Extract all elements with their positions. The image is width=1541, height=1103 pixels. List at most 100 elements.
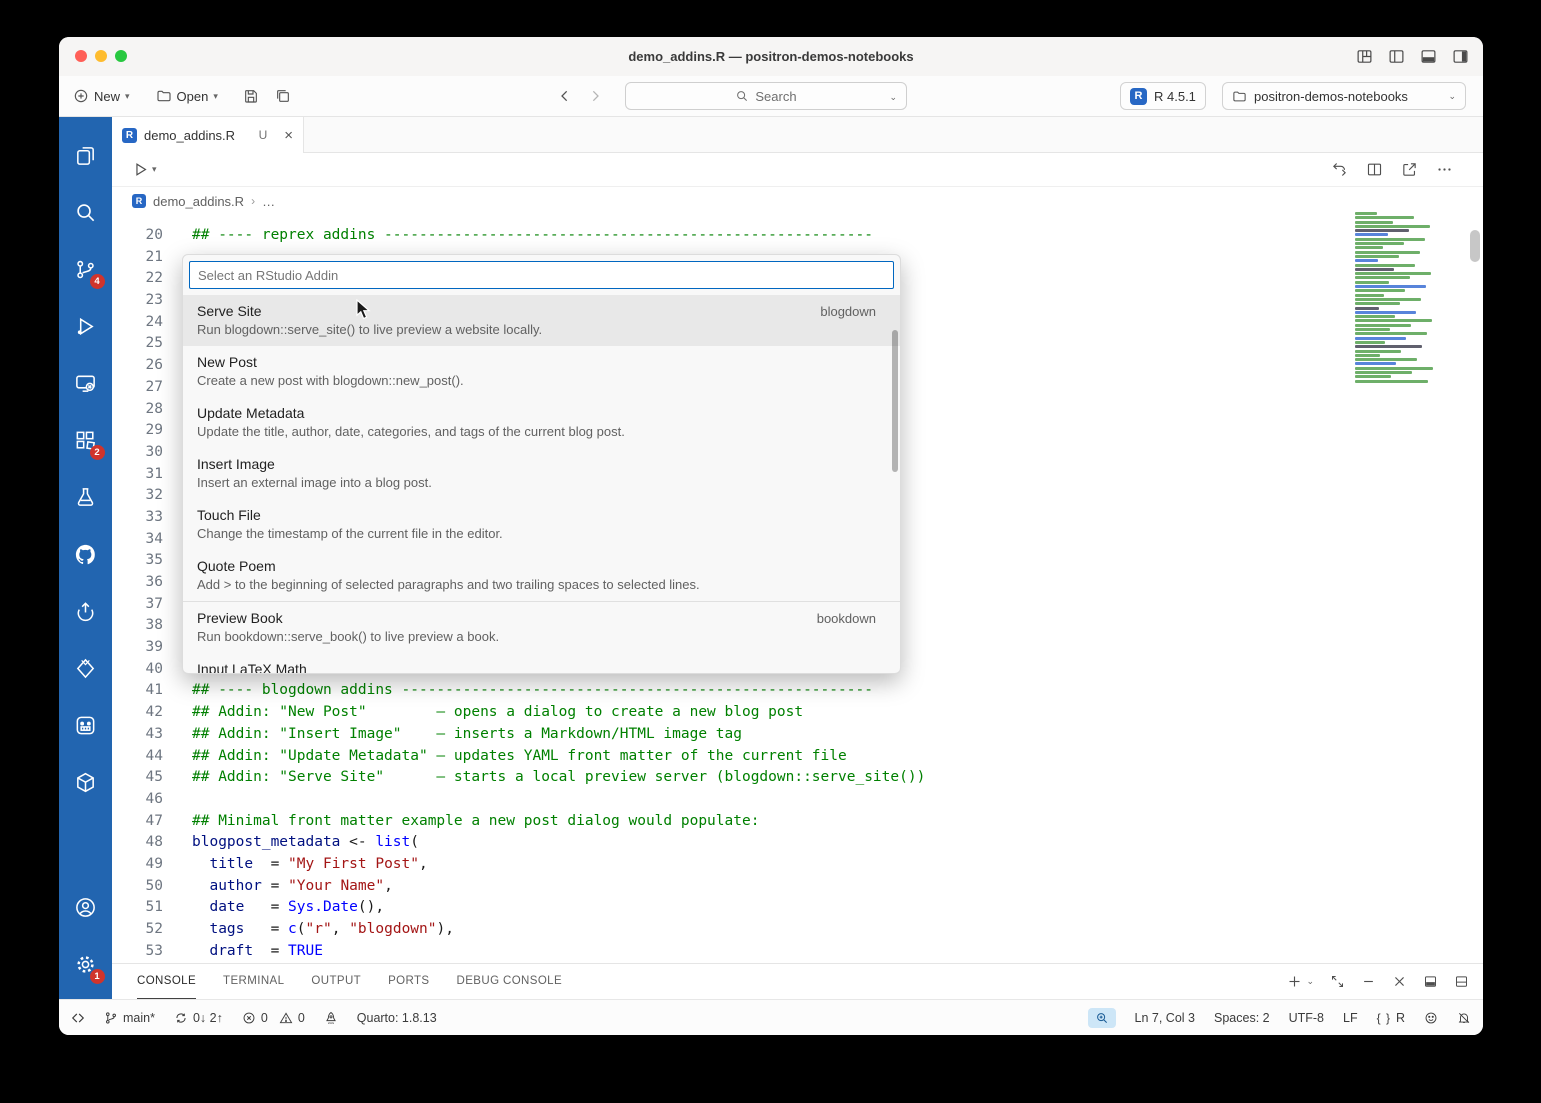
save-all-icon[interactable] — [271, 84, 295, 108]
minimap-line — [1355, 319, 1432, 322]
rocket-icon[interactable] — [324, 1011, 338, 1025]
explorer-icon[interactable] — [68, 127, 104, 184]
line-number: 31 — [112, 464, 163, 486]
account-icon[interactable] — [68, 879, 104, 936]
search-placeholder: Search — [755, 89, 796, 104]
settings-gear-icon[interactable]: 1 — [68, 936, 104, 993]
navigate-back-icon[interactable] — [553, 84, 577, 108]
line-number: 50 — [112, 876, 163, 898]
panel-tab-debug-console[interactable]: DEBUG CONSOLE — [457, 964, 563, 999]
source-control-icon[interactable]: 4 — [68, 241, 104, 298]
run-file-icon[interactable] — [132, 161, 149, 178]
run-debug-icon[interactable] — [68, 298, 104, 355]
open-button[interactable]: Open▾ — [149, 84, 225, 108]
workspace-folder-button[interactable]: positron-demos-notebooks ⌄ — [1222, 82, 1466, 110]
testing-beaker-icon[interactable] — [68, 469, 104, 526]
feedback-smiley-icon[interactable] — [1424, 1011, 1438, 1025]
editor-scrollbar-thumb[interactable] — [1470, 230, 1480, 262]
breadcrumb[interactable]: R demo_addins.R › … — [112, 187, 1483, 215]
minimap-line — [1355, 298, 1421, 301]
activity-bar: 4 2 — [59, 117, 112, 999]
more-actions-icon[interactable] — [1436, 161, 1453, 178]
new-console-plus-icon[interactable] — [1287, 974, 1302, 989]
addin-filter-input[interactable] — [189, 261, 894, 289]
minimap-line — [1355, 328, 1390, 331]
console-options-chevron-icon[interactable]: ⌄ — [1306, 976, 1314, 987]
addin-title: Serve Site — [197, 303, 262, 319]
split-editor-icon[interactable] — [1366, 161, 1383, 178]
settings-badge: 1 — [90, 969, 105, 984]
notifications-bell-icon[interactable] — [1457, 1011, 1471, 1025]
language-mode-status[interactable]: { } R — [1377, 1011, 1405, 1025]
customize-layout-icon[interactable] — [1356, 48, 1373, 65]
new-button[interactable]: New▾ — [66, 84, 137, 108]
minimap-line — [1355, 311, 1416, 314]
tab-demo-addins[interactable]: R demo_addins.R U × — [112, 117, 304, 153]
save-icon[interactable] — [239, 84, 263, 108]
addin-item[interactable]: Input LaTeX Math — [183, 653, 900, 674]
toggle-panel-icon[interactable] — [1420, 48, 1437, 65]
open-in-new-window-icon[interactable] — [1401, 161, 1418, 178]
code-line: 45## Addin: "Serve Site" — starts a loca… — [112, 767, 1483, 789]
breadcrumb-more[interactable]: … — [262, 194, 275, 209]
remote-indicator[interactable] — [71, 1011, 85, 1025]
search-icon[interactable] — [68, 184, 104, 241]
quarto-version-status[interactable]: Quarto: 1.8.13 — [357, 1011, 437, 1025]
addin-item[interactable]: Serve SiteblogdownRun blogdown::serve_si… — [183, 295, 900, 346]
line-number: 38 — [112, 615, 163, 637]
run-options-chevron-icon[interactable]: ▾ — [152, 164, 157, 175]
minimap[interactable] — [1355, 212, 1443, 384]
zoom-indicator[interactable] — [1088, 1008, 1116, 1028]
publish-icon[interactable] — [68, 583, 104, 640]
panel-layout-icon[interactable] — [1454, 974, 1469, 989]
restore-panel-layout-icon[interactable] — [1423, 974, 1438, 989]
toggle-primary-sidebar-icon[interactable] — [1388, 48, 1405, 65]
package-cube-icon[interactable] — [68, 754, 104, 811]
line-number: 42 — [112, 702, 163, 724]
line-content: ## ---- blogdown addins ----------------… — [163, 680, 873, 702]
quickpick-scrollbar-thumb[interactable] — [892, 330, 898, 472]
minimap-line — [1355, 324, 1411, 327]
line-number: 23 — [112, 290, 163, 312]
github-icon[interactable] — [68, 526, 104, 583]
extensions-icon[interactable]: 2 — [68, 412, 104, 469]
sessions-icon[interactable] — [68, 355, 104, 412]
panel-tab-console[interactable]: CONSOLE — [137, 964, 196, 999]
assistant-diamond-icon[interactable] — [68, 640, 104, 697]
minimize-panel-icon[interactable] — [1361, 974, 1376, 989]
eol-status[interactable]: LF — [1343, 1011, 1358, 1025]
panel-tab-output[interactable]: OUTPUT — [311, 964, 361, 999]
git-sync-status[interactable]: 0↓ 2↑ — [174, 1011, 223, 1025]
addin-item[interactable]: Quote PoemAdd > to the beginning of sele… — [183, 550, 900, 601]
minimap-line — [1355, 358, 1417, 361]
rstudio-addin-quickpick: Serve SiteblogdownRun blogdown::serve_si… — [182, 254, 901, 674]
global-search-input[interactable]: Search ⌄ — [625, 82, 907, 110]
addin-item[interactable]: Insert ImageInsert an external image int… — [183, 448, 900, 499]
line-number: 34 — [112, 529, 163, 551]
breadcrumb-file[interactable]: demo_addins.R — [153, 194, 244, 209]
interpreter-r-version-button[interactable]: R R 4.5.1 — [1120, 82, 1206, 110]
addin-item[interactable]: Preview BookbookdownRun bookdown::serve_… — [183, 601, 900, 653]
compare-changes-icon[interactable] — [1331, 161, 1348, 178]
line-content: date = Sys.Date(), — [163, 897, 384, 919]
problems-status[interactable]: 0 0 — [242, 1011, 305, 1025]
warning-count: 0 — [298, 1011, 305, 1025]
close-panel-icon[interactable] — [1392, 974, 1407, 989]
addin-item[interactable]: New PostCreate a new post with blogdown:… — [183, 346, 900, 397]
indentation-status[interactable]: Spaces: 2 — [1214, 1011, 1270, 1025]
toggle-secondary-sidebar-icon[interactable] — [1452, 48, 1469, 65]
cursor-position-status[interactable]: Ln 7, Col 3 — [1135, 1011, 1195, 1025]
tab-close-icon[interactable]: × — [284, 127, 293, 144]
line-number: 39 — [112, 637, 163, 659]
addin-item[interactable]: Touch FileChange the timestamp of the cu… — [183, 499, 900, 550]
addin-item[interactable]: Update MetadataUpdate the title, author,… — [183, 397, 900, 448]
git-branch-status[interactable]: main* — [104, 1011, 155, 1025]
line-content: draft = TRUE — [163, 941, 323, 963]
encoding-status[interactable]: UTF-8 — [1289, 1011, 1324, 1025]
panel-tab-terminal[interactable]: TERMINAL — [223, 964, 284, 999]
panel-tab-ports[interactable]: PORTS — [388, 964, 429, 999]
maximize-panel-icon[interactable] — [1330, 974, 1345, 989]
assistant-face-icon[interactable] — [68, 697, 104, 754]
line-content: ## Minimal front matter example a new po… — [163, 811, 759, 833]
navigate-forward-icon[interactable] — [583, 84, 607, 108]
